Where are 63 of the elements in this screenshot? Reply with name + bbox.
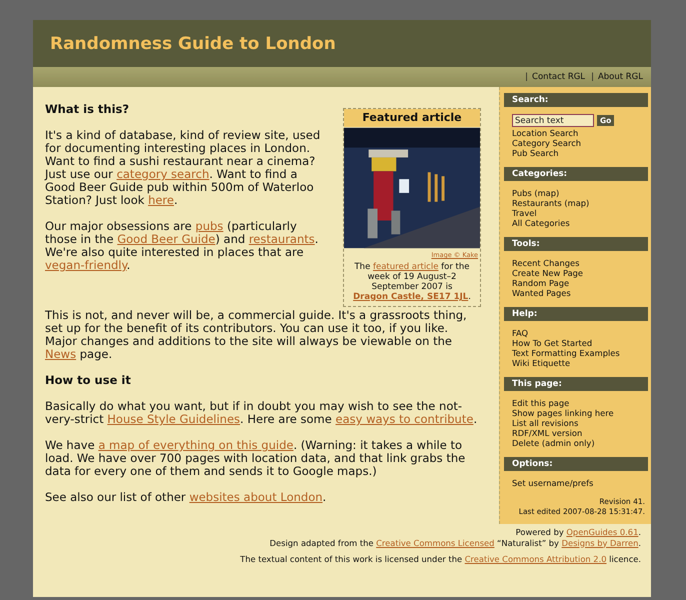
site-title: Randomness Guide to London bbox=[50, 34, 336, 54]
section-heading: What is this? bbox=[45, 103, 130, 116]
sidebar-heading: Options: bbox=[504, 457, 648, 471]
link[interactable]: a map of everything on this guide bbox=[98, 438, 294, 452]
link[interactable]: featured article bbox=[373, 262, 438, 272]
sidebar-link[interactable]: Random Page bbox=[512, 278, 570, 288]
sidebar-link[interactable]: Recent Changes bbox=[512, 258, 580, 268]
sidebar-link[interactable]: Pub Search bbox=[512, 148, 559, 158]
link[interactable]: restaurants bbox=[248, 232, 315, 246]
paragraph: See also our list of other websites about London. bbox=[45, 491, 328, 504]
sidebar-heading: Help: bbox=[504, 307, 648, 321]
sidebar-link[interactable]: Create New Page bbox=[512, 268, 584, 278]
paragraph: It's a kind of database, kind of review site, used for documenting interesting places in London. Want to find a sushi restaurant near a cinema? Just use our category search. Want to find a Good Beer Guide pub within 500m of Waterloo Station? Just look here. bbox=[45, 129, 322, 207]
sidebar-link[interactable]: Wanted Pages bbox=[512, 288, 571, 298]
sidebar-link[interactable]: Wiki Etiquette bbox=[512, 358, 570, 368]
footer-text: Design adapted from the Creative Commons Licensed “Naturalist” by Designs by Darren. bbox=[268, 538, 641, 548]
sidebar-link[interactable]: All Categories bbox=[512, 218, 570, 228]
footer-text: Powered by OpenGuides 0.61. bbox=[514, 527, 641, 538]
sidebar-heading: This page: bbox=[504, 377, 648, 391]
sidebar-heading: Categories: bbox=[504, 167, 648, 181]
footer-text: The textual content of this work is licensed under the Creative Commons Attribution 2.0 licence. bbox=[239, 554, 641, 564]
nav-link[interactable]: Contact RGL bbox=[532, 72, 586, 82]
separator: | bbox=[591, 72, 594, 82]
link[interactable]: News bbox=[45, 347, 76, 361]
sidebar-link[interactable]: Restaurants (map) bbox=[512, 198, 590, 208]
link[interactable]: vegan-friendly bbox=[45, 258, 127, 272]
sidebar-heading: Search: bbox=[504, 93, 648, 107]
paragraph: Basically do what you want, but if in doubt you may wish to see the not-very-strict House Style Guidelines. Here are some easy ways to contribute. bbox=[45, 400, 478, 426]
link[interactable]: here bbox=[148, 193, 174, 207]
link[interactable]: Creative Commons Licensed bbox=[376, 538, 494, 548]
separator: | bbox=[525, 72, 528, 82]
paragraph: We have a map of everything on this guide. (Warning: it takes a while to load. We have over 700 pages with location data, and that link grabs the data for every one of them and sends it to Google maps.) bbox=[45, 439, 466, 478]
sidebar-link[interactable]: List all revisions bbox=[512, 418, 578, 428]
sidebar-link[interactable]: Category Search bbox=[512, 138, 582, 148]
link[interactable]: OpenGuides 0.61 bbox=[566, 527, 638, 537]
sidebar-link[interactable]: Edit this page bbox=[512, 398, 570, 408]
sidebar-link[interactable]: Delete (admin only) bbox=[512, 438, 595, 448]
link[interactable]: Dragon Castle, SE17 1JL bbox=[353, 292, 468, 302]
sidebar-link[interactable]: Location Search bbox=[512, 128, 578, 138]
sidebar-link[interactable]: Travel bbox=[512, 208, 537, 218]
section-heading: How to use it bbox=[45, 374, 132, 387]
nav-link[interactable]: About RGL bbox=[598, 72, 643, 82]
link[interactable]: House Style Guidelines bbox=[107, 412, 240, 426]
sidebar-link[interactable]: Set username/prefs bbox=[512, 478, 594, 488]
link[interactable]: websites about London bbox=[189, 490, 323, 504]
link[interactable]: category search bbox=[116, 167, 210, 181]
featured-title: Featured article bbox=[344, 109, 480, 127]
search-field[interactable]: Search text bbox=[512, 114, 594, 127]
link[interactable]: Good Beer Guide bbox=[117, 232, 216, 246]
sidebar-link[interactable]: How To Get Started bbox=[512, 338, 592, 348]
link[interactable]: pubs bbox=[195, 219, 224, 233]
sidebar-link[interactable]: Show pages linking here bbox=[512, 408, 614, 418]
featured-caption: The featured article for the week of 19 August–2 September 2007 is Dragon Castle, SE17 1JL. bbox=[352, 262, 472, 302]
paragraph: This is not, and never will be, a commercial guide. It's a grassroots thing, set up for the benefit of its contributors. You can use it too, if you like. Major changes and additions to the site will always be viewable on the News page. bbox=[45, 309, 468, 361]
link[interactable]: Creative Commons Attribution 2.0 bbox=[464, 554, 607, 564]
sidebar-heading: Tools: bbox=[504, 237, 648, 251]
sidebar-link[interactable]: Pubs (map) bbox=[512, 188, 560, 198]
link[interactable]: easy ways to contribute bbox=[336, 412, 474, 426]
paragraph: Our major obsessions are pubs (particularly those in the Good Beer Guide) and restaurants. We're also quite interested in places that are vegan-friendly. bbox=[45, 220, 320, 272]
link[interactable]: Designs by Darren bbox=[562, 538, 638, 548]
sidebar-link[interactable]: Text Formatting Examples bbox=[512, 348, 620, 358]
sidebar-link[interactable]: RDF/XML version bbox=[512, 428, 582, 438]
sidebar-link[interactable]: FAQ bbox=[512, 328, 528, 338]
